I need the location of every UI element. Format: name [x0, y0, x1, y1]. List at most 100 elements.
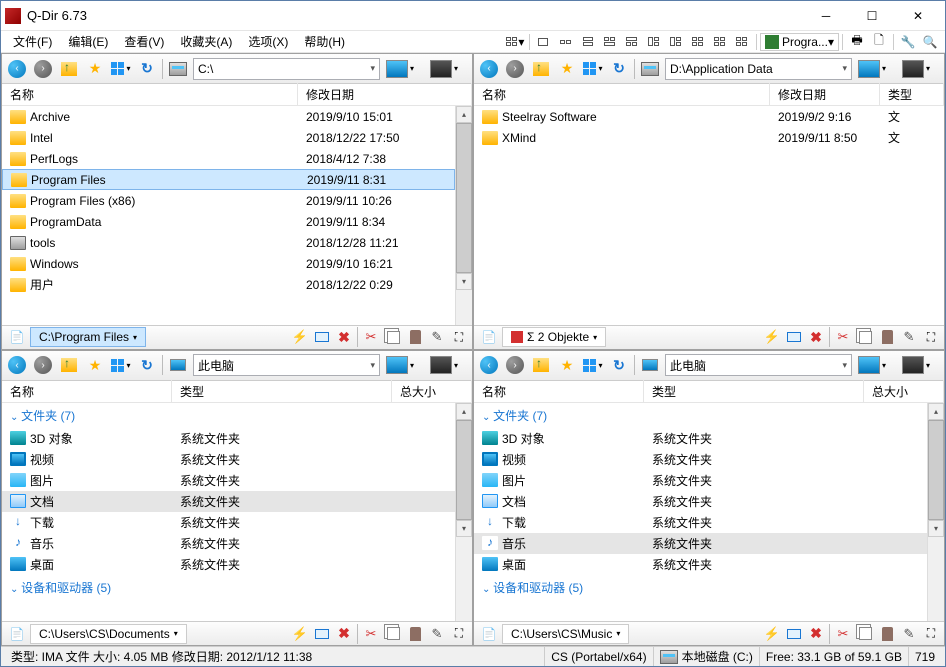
favorites-icon[interactable]: ★: [555, 353, 579, 377]
file-row[interactable]: 图片系统文件夹: [2, 470, 455, 491]
layout-2v-icon[interactable]: [557, 33, 575, 51]
col-name[interactable]: 名称: [2, 83, 298, 106]
refresh-icon[interactable]: ↻: [607, 353, 631, 377]
delete-icon[interactable]: ✖: [806, 327, 826, 347]
tab-list-icon[interactable]: 📄: [477, 622, 501, 646]
address-bar[interactable]: ▾: [665, 58, 852, 80]
file-row[interactable]: 音乐系统文件夹: [2, 533, 455, 554]
forward-button[interactable]: ›: [503, 353, 527, 377]
forward-button[interactable]: ›: [31, 353, 55, 377]
computer-icon[interactable]: [166, 353, 190, 377]
file-row[interactable]: XMind2019/9/11 8:50文: [474, 127, 944, 148]
col-name[interactable]: 名称: [474, 380, 644, 403]
layout-4c-icon[interactable]: [733, 33, 751, 51]
file-row[interactable]: PerfLogs2018/4/12 7:38: [2, 148, 455, 169]
group-header[interactable]: 文件夹 (7): [474, 403, 927, 428]
bolt-icon[interactable]: ⚡: [290, 327, 310, 347]
address-dropdown-icon[interactable]: ▾: [370, 360, 375, 371]
file-row[interactable]: 视频系统文件夹: [474, 449, 927, 470]
computer-icon[interactable]: [638, 353, 662, 377]
file-row[interactable]: Archive2019/9/10 15:01: [2, 106, 455, 127]
monitor1-icon[interactable]: [858, 60, 880, 78]
favorites-icon[interactable]: ★: [83, 57, 107, 81]
monitor2-icon[interactable]: [902, 60, 924, 78]
address-dropdown-icon[interactable]: ▾: [842, 63, 847, 74]
program-button[interactable]: Progra... ▾: [760, 33, 839, 51]
monitor2-icon[interactable]: [430, 356, 452, 374]
drive-icon[interactable]: [638, 57, 662, 81]
print-icon[interactable]: 🖶: [848, 33, 866, 51]
address-dropdown-icon[interactable]: ▾: [370, 63, 375, 74]
file-row[interactable]: 文档系统文件夹: [2, 491, 455, 512]
monitor1-icon[interactable]: [386, 356, 408, 374]
monitor2-icon[interactable]: [902, 356, 924, 374]
file-list-bl[interactable]: 文件夹 (7)3D 对象系统文件夹视频系统文件夹图片系统文件夹文档系统文件夹下载…: [2, 403, 455, 622]
bolt-icon[interactable]: ⚡: [290, 624, 310, 644]
col-type[interactable]: 类型: [172, 380, 392, 403]
file-row[interactable]: 桌面系统文件夹: [474, 554, 927, 575]
tab-br[interactable]: C:\Users\CS\Music▾: [502, 624, 629, 644]
col-modified[interactable]: 修改日期: [770, 83, 880, 106]
delete-icon[interactable]: ✖: [334, 327, 354, 347]
file-row[interactable]: 桌面系统文件夹: [2, 554, 455, 575]
minimize-button[interactable]: ─: [803, 1, 849, 31]
file-list-tl[interactable]: Archive2019/9/10 15:01Intel2018/12/22 17…: [2, 106, 455, 325]
cut-icon[interactable]: ✂: [361, 624, 381, 644]
layout-4b-icon[interactable]: [711, 33, 729, 51]
file-row[interactable]: Intel2018/12/22 17:50: [2, 127, 455, 148]
copy-icon[interactable]: [855, 624, 875, 644]
file-row[interactable]: Windows2019/9/10 16:21: [2, 253, 455, 274]
drive-icon[interactable]: [166, 57, 190, 81]
layout-3a-icon[interactable]: [601, 33, 619, 51]
preview-icon[interactable]: 🗋: [870, 33, 888, 51]
address-bar[interactable]: ▾: [665, 354, 852, 376]
tab-bl[interactable]: C:\Users\CS\Documents▾: [30, 624, 187, 644]
file-row[interactable]: tools2018/12/28 11:21: [2, 232, 455, 253]
close-button[interactable]: ✕: [895, 1, 941, 31]
expand-icon[interactable]: ⛶: [449, 624, 469, 644]
file-row[interactable]: Steelray Software2019/9/2 9:16文: [474, 106, 944, 127]
menu-options[interactable]: 选项(X): [240, 31, 296, 52]
scrollbar[interactable]: ▴▾: [455, 403, 472, 622]
back-button[interactable]: ‹: [477, 353, 501, 377]
file-row[interactable]: Program Files2019/9/11 8:31: [2, 169, 455, 190]
file-list-tr[interactable]: Steelray Software2019/9/2 9:16文XMind2019…: [474, 106, 944, 325]
file-row[interactable]: 3D 对象系统文件夹: [474, 428, 927, 449]
file-row[interactable]: 下载系统文件夹: [2, 512, 455, 533]
refresh-icon[interactable]: ↻: [135, 57, 159, 81]
col-type[interactable]: 类型: [644, 380, 864, 403]
delete-icon[interactable]: ✖: [334, 624, 354, 644]
file-row[interactable]: 视频系统文件夹: [2, 449, 455, 470]
refresh-icon[interactable]: ↻: [135, 353, 159, 377]
expand-icon[interactable]: ⛶: [449, 327, 469, 347]
file-row[interactable]: 文档系统文件夹: [474, 491, 927, 512]
file-row[interactable]: ProgramData2019/9/11 8:34: [2, 211, 455, 232]
view-grid-icon[interactable]: ▾: [109, 353, 133, 377]
tab-list-icon[interactable]: 📄: [5, 622, 29, 646]
up-button[interactable]: [57, 57, 81, 81]
menu-favorites[interactable]: 收藏夹(A): [172, 31, 240, 52]
layout-3d-icon[interactable]: [667, 33, 685, 51]
magnify-icon[interactable]: 🔍: [921, 33, 939, 51]
view-grid-icon[interactable]: ▾: [581, 57, 605, 81]
copy-icon[interactable]: [383, 327, 403, 347]
paste-icon[interactable]: [877, 327, 897, 347]
group-header[interactable]: 设备和驱动器 (5): [2, 575, 455, 600]
paste-icon[interactable]: [405, 327, 425, 347]
group-header[interactable]: 文件夹 (7): [2, 403, 455, 428]
view-grid-icon[interactable]: ▾: [109, 57, 133, 81]
back-button[interactable]: ‹: [5, 57, 29, 81]
wand-icon[interactable]: ✎: [427, 327, 447, 347]
layout-1-icon[interactable]: [535, 33, 553, 51]
forward-button[interactable]: ›: [31, 57, 55, 81]
expand-icon[interactable]: ⛶: [921, 327, 941, 347]
file-row[interactable]: 图片系统文件夹: [474, 470, 927, 491]
tab-tr[interactable]: Σ 2 Objekte▾: [502, 327, 606, 347]
bolt-icon[interactable]: ⚡: [762, 624, 782, 644]
scrollbar[interactable]: ▴▾: [927, 403, 944, 622]
layout-2h-icon[interactable]: [579, 33, 597, 51]
delete-icon[interactable]: ✖: [806, 624, 826, 644]
cut-icon[interactable]: ✂: [833, 327, 853, 347]
group-header[interactable]: 设备和驱动器 (5): [474, 575, 927, 600]
tab-list-icon[interactable]: 📄: [477, 325, 501, 349]
